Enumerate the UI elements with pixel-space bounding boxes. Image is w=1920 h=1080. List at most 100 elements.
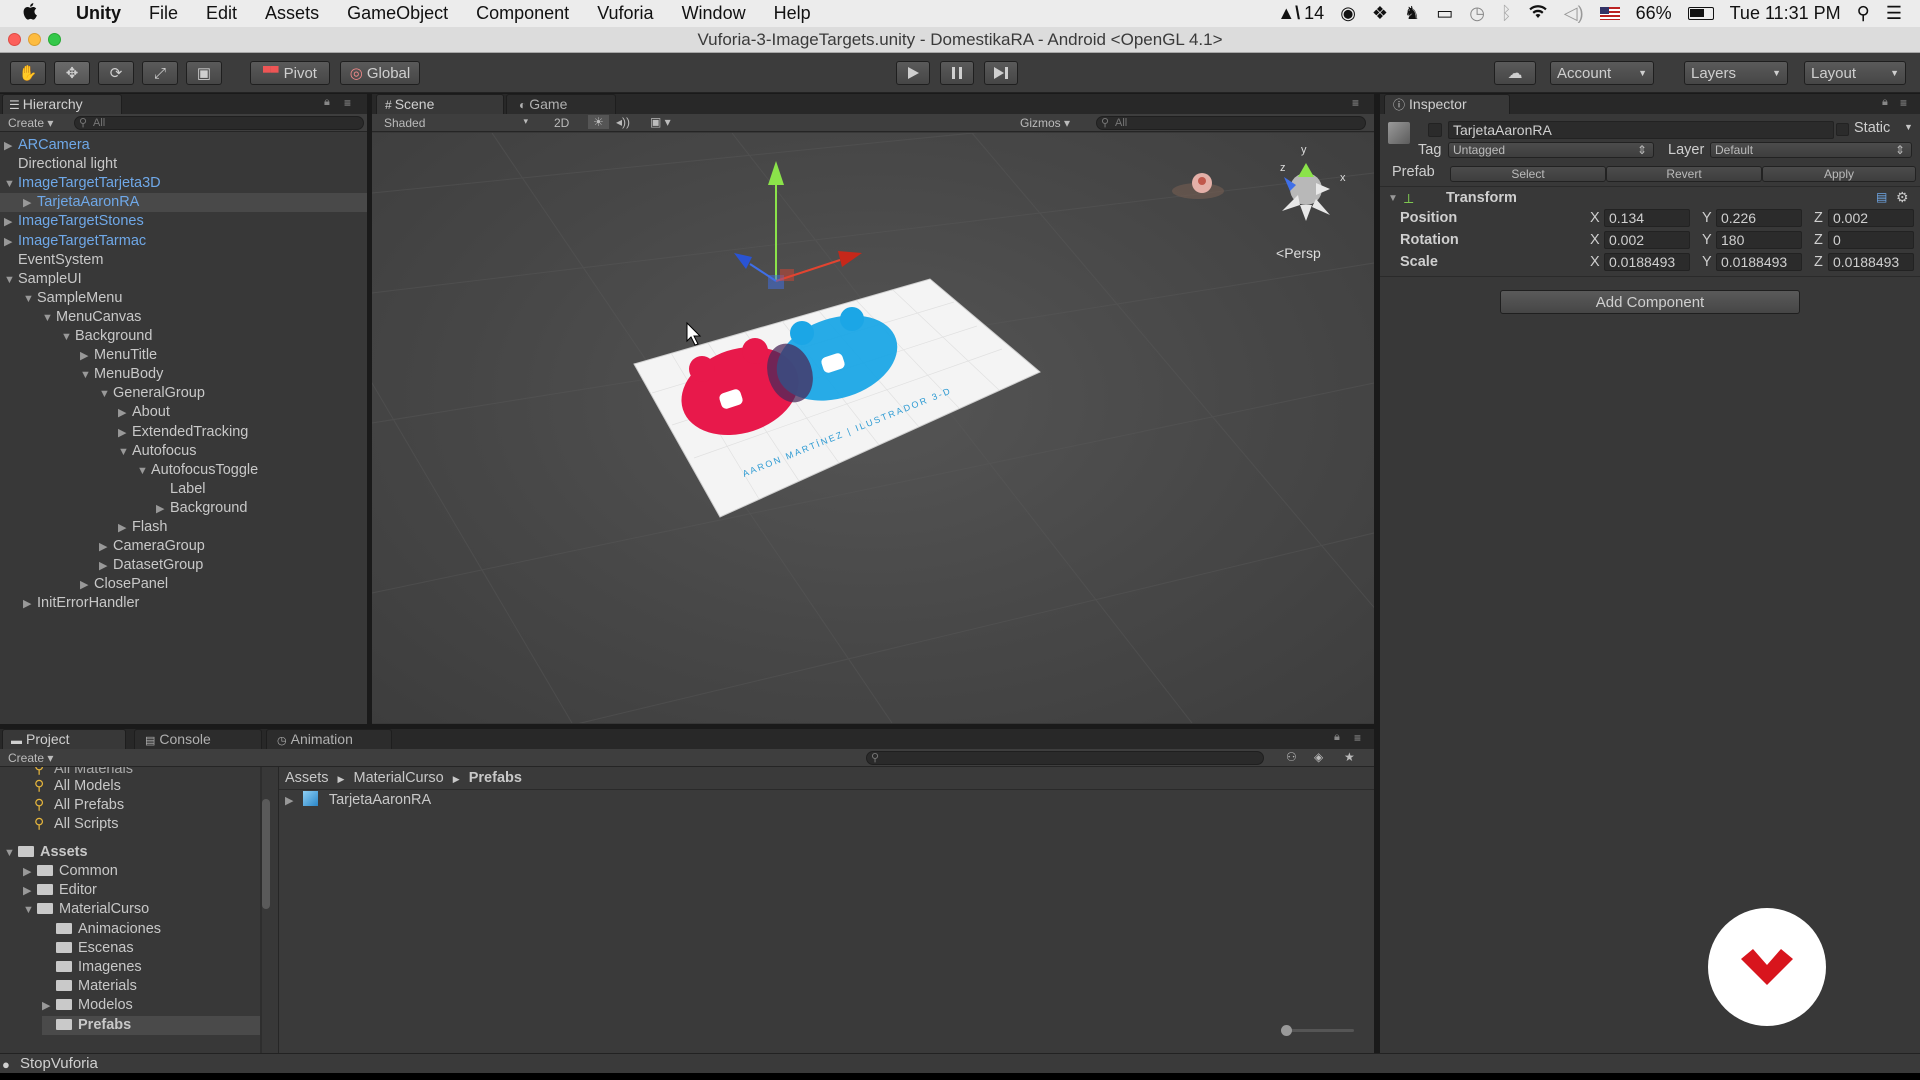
evernote-icon[interactable]: ♞: [1404, 3, 1420, 24]
favorite-all-prefabs[interactable]: ⚲ All Prefabs: [34, 795, 124, 814]
expand-arrow-icon[interactable]: ▶: [156, 500, 170, 519]
tab-hierarchy[interactable]: ☰ Hierarchy: [2, 94, 122, 114]
close-window-button[interactable]: [8, 33, 21, 46]
pause-button[interactable]: [940, 61, 974, 85]
hierarchy-item[interactable]: ▼ MenuBody: [0, 365, 367, 384]
collapse-arrow-icon[interactable]: ▼: [99, 385, 113, 404]
flag-icon[interactable]: [1599, 7, 1620, 20]
collapse-arrow-icon[interactable]: ▼: [4, 175, 18, 194]
hierarchy-item[interactable]: ▼ Background: [0, 327, 367, 346]
scene-search-input[interactable]: ⚲ All: [1096, 116, 1366, 130]
bluetooth-icon[interactable]: ᛒ: [1501, 3, 1512, 24]
collapse-arrow-icon[interactable]: ▼: [61, 328, 75, 347]
transform-header[interactable]: Transform: [1446, 190, 1517, 206]
expand-arrow-icon[interactable]: ▶: [118, 404, 132, 423]
collapse-arrow-icon[interactable]: ▼: [4, 271, 18, 290]
expand-arrow-icon[interactable]: ▶: [80, 576, 94, 595]
step-button[interactable]: [984, 61, 1018, 85]
project-folder-item[interactable]: ▶ Common: [23, 862, 118, 881]
panel-menu-icon[interactable]: ≡: [344, 96, 351, 110]
rotate-tool-icon[interactable]: ⟳: [98, 61, 134, 85]
clock[interactable]: Tue 11:31 PM: [1730, 3, 1841, 24]
hierarchy-item[interactable]: ▶ Flash: [0, 518, 367, 537]
expand-arrow-icon[interactable]: ▶: [23, 595, 37, 614]
scene-object-icon[interactable]: [1172, 173, 1224, 199]
hierarchy-item[interactable]: ▶ ImageTargetStones: [0, 212, 367, 231]
scale-x-input[interactable]: 0.0188493: [1604, 253, 1690, 271]
expand-arrow-icon[interactable]: ▶: [23, 882, 37, 901]
hierarchy-item[interactable]: ▶ TarjetaAaronRA: [0, 193, 367, 213]
hierarchy-item[interactable]: ▼ Autofocus: [0, 442, 367, 461]
hierarchy-item[interactable]: ▶ ImageTargetTarmac: [0, 232, 367, 251]
timemachine-icon[interactable]: ◷: [1469, 3, 1485, 24]
project-folder-item[interactable]: ▶ Editor: [23, 881, 97, 900]
layers-dropdown[interactable]: Layers ▼: [1684, 61, 1788, 85]
project-folder-item[interactable]: ▼ MaterialCurso: [23, 900, 149, 919]
play-button[interactable]: [896, 61, 930, 85]
expand-arrow-icon[interactable]: ▶: [4, 137, 18, 156]
move-tool-icon[interactable]: ✥: [54, 61, 90, 85]
expand-arrow-icon[interactable]: ▶: [80, 347, 94, 366]
prefab-select-button[interactable]: Select: [1450, 166, 1606, 182]
project-folder-item[interactable]: Prefabs: [42, 1015, 260, 1035]
collapse-arrow-icon[interactable]: ▼: [23, 901, 37, 920]
persp-label[interactable]: <Persp: [1276, 245, 1321, 261]
expand-arrow-icon[interactable]: ▶: [99, 557, 113, 576]
dropbox-icon[interactable]: ❖: [1372, 3, 1388, 24]
position-y-input[interactable]: 0.226: [1716, 209, 1802, 227]
favorite-all-models[interactable]: ⚲ All Models: [34, 776, 121, 795]
effects-dropdown-icon[interactable]: ▣ ▾: [650, 115, 671, 129]
status-text[interactable]: StopVuforia: [20, 1055, 98, 1072]
zoom-window-button[interactable]: [48, 33, 61, 46]
collapse-arrow-icon[interactable]: ▼: [23, 290, 37, 309]
hierarchy-item[interactable]: ▶ DatasetGroup: [0, 556, 367, 575]
battery-icon[interactable]: [1687, 7, 1714, 20]
collapse-arrow-icon[interactable]: ▼: [137, 462, 151, 481]
hierarchy-item[interactable]: ▶ About: [0, 403, 367, 422]
active-checkbox[interactable]: [1428, 123, 1442, 137]
scale-y-input[interactable]: 0.0188493: [1716, 253, 1802, 271]
move-gizmo[interactable]: [734, 161, 862, 289]
filter-label-icon[interactable]: ◈: [1314, 750, 1323, 764]
folder-tree-scroll-thumb[interactable]: [262, 799, 270, 909]
hierarchy-item[interactable]: ▼ AutofocusToggle: [0, 461, 367, 480]
shading-mode-dropdown[interactable]: Shaded ▾: [384, 116, 534, 130]
lock-icon[interactable]: 🔒︎: [1334, 731, 1340, 744]
panel-menu-icon[interactable]: ≡: [1352, 96, 1359, 110]
hierarchy-search-input[interactable]: ⚲ All: [74, 116, 364, 130]
settings-gear-icon[interactable]: ⚙: [1896, 189, 1909, 206]
project-folder-item[interactable]: Escenas: [42, 939, 134, 958]
menu-file[interactable]: File: [135, 3, 192, 24]
notification-list-icon[interactable]: ☰: [1886, 3, 1902, 24]
hierarchy-item[interactable]: ▶ ARCamera: [0, 136, 367, 155]
scale-tool-icon[interactable]: ⤢: [142, 61, 178, 85]
cloud-button[interactable]: ☁: [1494, 61, 1536, 85]
hierarchy-item[interactable]: EventSystem: [0, 251, 367, 270]
breadcrumb-materialcurso[interactable]: MaterialCurso: [354, 770, 444, 786]
collapse-arrow-icon[interactable]: ▼: [80, 366, 94, 385]
global-toggle-button[interactable]: ◎ Global: [340, 61, 420, 85]
expand-arrow-icon[interactable]: ▶: [118, 519, 132, 538]
hierarchy-item[interactable]: ▶ Background: [0, 499, 367, 518]
prefab-file-item[interactable]: ▶ TarjetaAaronRA: [285, 791, 431, 810]
scene-viewport[interactable]: AARON MARTÍNEZ | ILUSTRADOR 3-D y z x <P…: [372, 133, 1374, 723]
expand-arrow-icon[interactable]: ▶: [118, 424, 132, 443]
hierarchy-item[interactable]: ▶ InitErrorHandler: [0, 594, 367, 613]
favorite-star-icon[interactable]: ★: [1344, 750, 1355, 764]
hierarchy-item[interactable]: ▶ ExtendedTracking: [0, 423, 367, 442]
expand-arrow-icon[interactable]: ▶: [23, 194, 37, 213]
expand-arrow-icon[interactable]: ▶: [23, 863, 37, 882]
scene-canvas[interactable]: AARON MARTÍNEZ | ILUSTRADOR 3-D y z x: [372, 133, 1374, 723]
minimize-window-button[interactable]: [28, 33, 41, 46]
hierarchy-item[interactable]: Directional light: [0, 155, 367, 174]
adobe-icon[interactable]: ▲\: [1277, 3, 1300, 24]
menu-app-unity[interactable]: Unity: [62, 3, 135, 24]
hierarchy-item[interactable]: ▼ SampleMenu: [0, 289, 367, 308]
menu-edit[interactable]: Edit: [192, 3, 251, 24]
hierarchy-item[interactable]: ▼ GeneralGroup: [0, 384, 367, 403]
hierarchy-item[interactable]: ▶ CameraGroup: [0, 537, 367, 556]
hand-tool-icon[interactable]: ✋: [10, 61, 46, 85]
breadcrumb-assets[interactable]: Assets: [285, 770, 329, 786]
project-create-dropdown[interactable]: Create ▾: [8, 751, 53, 765]
audio-toggle-icon[interactable]: ◂)): [616, 115, 630, 129]
